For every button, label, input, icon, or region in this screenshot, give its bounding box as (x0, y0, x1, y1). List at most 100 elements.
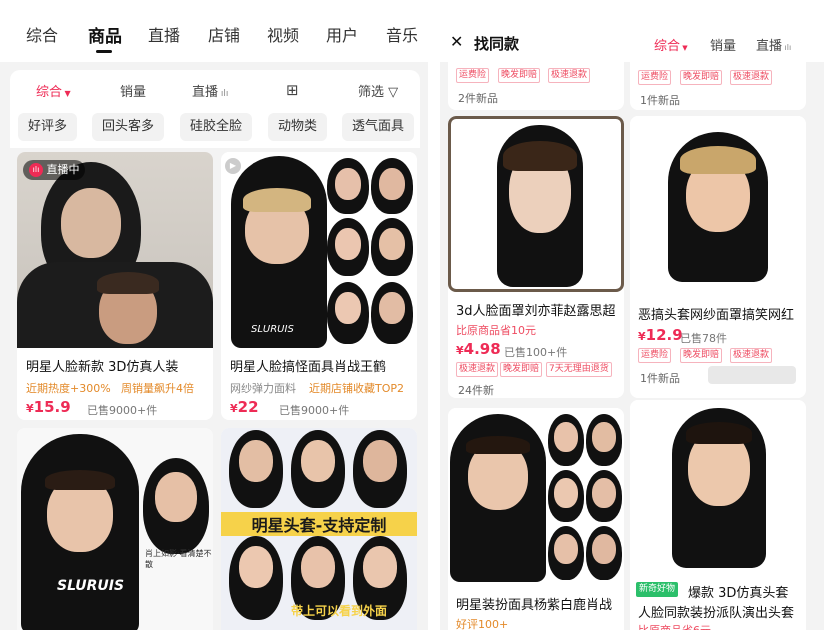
filter-button[interactable]: 筛选 ▽ (358, 81, 398, 100)
product-trend: 近期热度+300% (26, 382, 111, 395)
page-title: 找同款 (474, 35, 520, 53)
tab-music[interactable]: 音乐 (386, 22, 418, 46)
badge-fast-refund: 极速退款 (730, 348, 773, 363)
product-reviews: 好评100+ (456, 618, 509, 630)
find-similar-panel: ✕ 找同款 综合 ▼ 销量 直播 ılı 运费险 晚发即赔 极速退款 2件新品 … (440, 0, 824, 630)
sort-live[interactable]: 直播 ılı (192, 81, 228, 100)
product-price-value: 15.9 (33, 398, 71, 416)
product-feature: 网纱弹力面料 (230, 382, 296, 395)
bars-icon: ılı (218, 89, 229, 99)
novelty-badge: 新奇好物 (636, 582, 679, 597)
product-card[interactable]: 运费险 晚发即赔 极速退款 1件新品 (630, 62, 806, 110)
bars-icon: ılı (782, 43, 792, 52)
tab-shops[interactable]: 店铺 (208, 22, 240, 46)
new-items-count: 24件新 (458, 384, 494, 397)
sort-live[interactable]: 直播 ılı (756, 35, 791, 54)
sort-bar: 综合 ▼ 销量 直播 ılı ⊞ 筛选 ▽ (10, 70, 420, 108)
product-title-2: 人脸同款装扮派队演出头套 (638, 606, 795, 621)
sort-comprehensive[interactable]: 综合 ▼ (36, 81, 71, 100)
badge-shipping-insurance: 运费险 (456, 68, 490, 83)
filter-chips: 好评多 回头客多 硅胶全脸 动物类 透气面具 (10, 108, 420, 148)
image-caption: 肖上如影·看清楚不散 (145, 549, 212, 569)
live-badge: ılı 直播中 (23, 160, 85, 180)
product-card[interactable]: 运费险 晚发即赔 极速退款 2件新品 (448, 62, 624, 110)
chip-silicone-full-face[interactable]: 硅胶全脸 (180, 113, 253, 141)
badge-shipping-insurance: 运费险 (638, 348, 672, 363)
badge-late-compensation: 晚发即赔 (500, 362, 543, 377)
product-title: 明星人脸新款 3D仿真人装 (26, 360, 179, 375)
image-banner-2: 带上可以看到外面 (291, 604, 388, 618)
product-image: 明星头套-支持定制 带上可以看到外面 (221, 428, 417, 630)
product-sold: 已售100+件 (504, 346, 568, 359)
product-price: ¥15.9 (26, 398, 71, 416)
product-card[interactable]: 明星装扮面具杨紫白鹿肖战 好评100+ (448, 408, 624, 630)
product-card[interactable]: ılı 直播中 明星人脸新款 3D仿真人装 近期热度+300% 周销量飙升4倍 … (17, 152, 213, 420)
product-trend-2: 周销量飙升4倍 (121, 382, 194, 395)
brand-logo-text: SLURUIS (57, 578, 125, 594)
sort-sales[interactable]: 销量 (120, 81, 146, 100)
badge-late-compensation: 晚发即赔 (498, 68, 541, 83)
product-price-value: 12.9 (645, 326, 683, 344)
sort-sales[interactable]: 销量 (710, 35, 736, 54)
sort-live-label: 直播 (192, 85, 219, 100)
badge-late-compensation: 晚发即赔 (680, 348, 723, 363)
sort-comprehensive[interactable]: 综合 ▼ (654, 35, 688, 54)
new-items-count: 2件新品 (458, 92, 498, 105)
tab-products[interactable]: 商品 (88, 22, 122, 47)
product-price: ¥4.98 (456, 340, 501, 358)
product-card[interactable]: 恶搞头套网纱面罩搞笑网红 ¥12.9 已售78件 运费险 晚发即赔 极速退款 1… (630, 116, 806, 398)
badge-fast-refund: 极速退款 (730, 70, 773, 85)
category-tabs: 综合 商品 直播 店铺 视频 用户 音乐 (0, 0, 428, 62)
tab-users[interactable]: 用户 (326, 22, 358, 46)
product-price: ¥12.9 (638, 326, 683, 344)
product-price: ¥22 (230, 398, 259, 416)
product-card[interactable]: SLURUIS 肖上如影·看清楚不散 (17, 428, 213, 630)
product-sold: 已售9000+件 (279, 404, 350, 417)
product-rank: 近期店铺收藏TOP2 (309, 382, 405, 395)
filter-label: 筛选 (358, 85, 385, 100)
sort-live-label: 直播 (756, 39, 783, 54)
caret-down-icon: ▼ (680, 44, 688, 52)
product-title: 明星人脸搞怪面具肖战王鹤 (230, 360, 387, 375)
badge-fast-refund: 极速退款 (548, 68, 591, 83)
new-items-count: 1件新品 (640, 372, 680, 385)
price-compare: 比原商品省6元 (638, 622, 711, 630)
product-image: SLURUIS 肖上如影·看清楚不散 (17, 428, 213, 630)
product-price-value: 22 (237, 398, 259, 416)
product-image: SLURUIS ▶ (221, 152, 417, 348)
product-card[interactable]: SLURUIS ▶ 明星人脸搞怪面具肖战王鹤 网纱弹力面料 近期店铺收藏TOP2… (221, 152, 417, 420)
sort-comprehensive-label: 综合 (654, 39, 681, 54)
caret-down-icon: ▼ (62, 89, 71, 98)
blurred-overlay (708, 366, 796, 384)
product-card[interactable]: 3d人脸面罩刘亦菲赵露思超 比原商品省10元 ¥4.98 已售100+件 极速退… (448, 116, 624, 398)
product-sold: 已售78件 (680, 332, 727, 345)
brand-logo-text: SLURUIS (251, 324, 294, 335)
product-title: 恶搞头套网纱面罩搞笑网红 (638, 308, 795, 323)
grid-view-icon[interactable]: ⊞ (286, 81, 299, 99)
product-title: 爆款 3D仿真头套 (688, 586, 789, 601)
product-card[interactable]: 明星头套-支持定制 带上可以看到外面 (221, 428, 417, 630)
product-price-value: 4.98 (463, 340, 501, 358)
filter-icon: ▽ (384, 85, 399, 100)
close-icon[interactable]: ✕ (450, 32, 463, 51)
chip-good-reviews[interactable]: 好评多 (18, 113, 78, 141)
product-card[interactable]: 新奇好物 爆款 3D仿真头套 人脸同款装扮派队演出头套 比原商品省6元 (630, 400, 806, 630)
chip-animal[interactable]: 动物类 (268, 113, 328, 141)
product-image (448, 408, 624, 584)
badge-fast-refund: 极速退款 (456, 362, 499, 377)
product-sold: 已售9000+件 (87, 404, 158, 417)
product-title: 3d人脸面罩刘亦菲赵露思超 (456, 304, 616, 319)
product-title: 明星装扮面具杨紫白鹿肖战 (456, 598, 613, 613)
product-image (448, 116, 624, 292)
image-banner: 明星头套-支持定制 (221, 512, 417, 536)
tab-videos[interactable]: 视频 (267, 22, 299, 46)
header-bar: ✕ 找同款 综合 ▼ 销量 直播 ılı (440, 0, 824, 62)
badge-late-compensation: 晚发即赔 (680, 70, 723, 85)
chip-breathable-mask[interactable]: 透气面具 (342, 113, 415, 141)
product-image: ılı 直播中 (17, 152, 213, 348)
tab-comprehensive[interactable]: 综合 (26, 22, 58, 46)
live-icon: ılı (29, 163, 43, 177)
tab-live[interactable]: 直播 (148, 22, 180, 46)
badge-shipping-insurance: 运费险 (638, 70, 672, 85)
chip-repeat-buyers[interactable]: 回头客多 (92, 113, 165, 141)
